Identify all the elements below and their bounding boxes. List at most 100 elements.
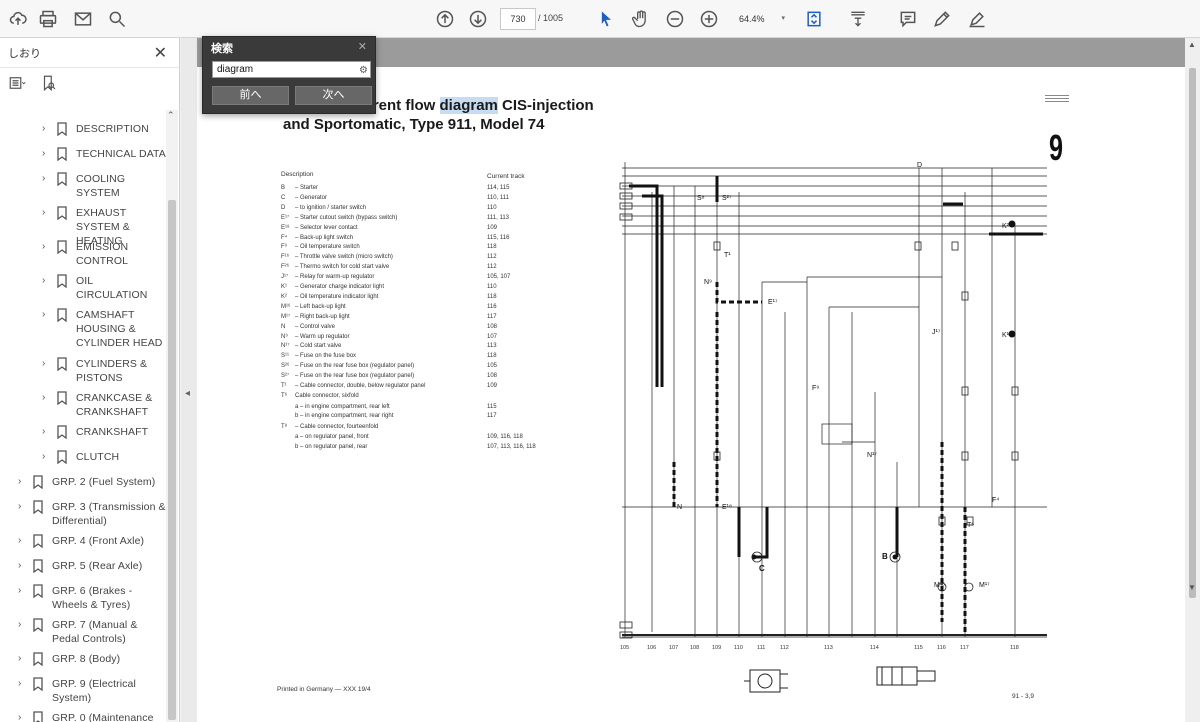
chevron-right-icon[interactable]: › — [42, 425, 52, 439]
chevron-right-icon[interactable]: › — [42, 147, 52, 161]
circuit-label: T¹ — [724, 252, 731, 259]
legend-track: 109 — [487, 383, 498, 389]
legend-row: S²⁶ – Fuse on the rear fuse box (regulato… — [281, 363, 414, 369]
legend-row: N⁹ – Warm up regulator — [281, 334, 349, 340]
bookmark-icon — [57, 274, 67, 288]
bookmark-options-icon[interactable] — [8, 74, 26, 97]
legend-track: 105, 107 — [487, 274, 511, 281]
upload-icon[interactable] — [6, 7, 30, 31]
chevron-right-icon[interactable]: › — [42, 308, 52, 322]
zoom-in-icon[interactable] — [697, 7, 721, 31]
close-icon[interactable]: ✕ — [154, 43, 167, 63]
bookmark-item[interactable]: › GRP. 8 (Body) — [0, 652, 166, 677]
bookmark-item[interactable]: › GRP. 2 (Fuel System) — [0, 475, 166, 500]
chevron-right-icon[interactable]: › — [18, 534, 28, 548]
chevron-right-icon[interactable]: › — [18, 652, 28, 666]
bookmark-item[interactable]: › GRP. 4 (Front Axle) — [0, 534, 166, 559]
bookmark-label: TECHNICAL DATA — [76, 148, 166, 160]
bookmark-item[interactable]: › CLUTCH — [0, 450, 166, 475]
track-number: 116 — [937, 645, 946, 651]
legend-text: – Cold start valve — [295, 343, 342, 350]
legend-text: – Selector lever contact — [295, 224, 358, 231]
scrollbar-thumb[interactable] — [1189, 68, 1196, 598]
find-previous-button[interactable]: 前へ — [212, 86, 289, 105]
scrollbar-thumb[interactable] — [168, 200, 176, 720]
scroll-down-icon[interactable]: ▼ — [1188, 583, 1196, 592]
bookmark-item[interactable]: › DESCRIPTION — [0, 122, 166, 147]
document-scrollbar[interactable]: ▲ ▼ — [1185, 38, 1200, 722]
bookmark-item[interactable]: › CAMSHAFT HOUSING & CYLINDER HEAD — [0, 308, 166, 357]
legend-text: – Control valve — [295, 323, 336, 330]
bookmark-item[interactable]: › GRP. 9 (Electrical System) — [0, 677, 166, 711]
chevron-right-icon[interactable]: › — [42, 391, 52, 405]
zoom-search-icon[interactable] — [105, 7, 129, 31]
circuit-label: S⁸ — [697, 195, 705, 202]
bookmark-icon — [57, 425, 67, 439]
previous-page-icon[interactable] — [433, 7, 457, 31]
bookmark-item[interactable]: › OIL CIRCULATION — [0, 274, 166, 308]
bookmark-item[interactable]: › GRP. 0 (Maintenance — [0, 711, 166, 722]
track-number: 105 — [620, 645, 630, 651]
bookmark-item[interactable]: › EMISSION CONTROL — [0, 240, 166, 274]
hand-tool-icon[interactable] — [629, 7, 653, 31]
panel-collapse-bar[interactable]: ◂ — [181, 38, 197, 722]
chevron-right-icon[interactable]: › — [42, 357, 52, 371]
legend-code: S¹¹ — [281, 353, 289, 360]
chevron-right-icon[interactable]: › — [18, 475, 28, 489]
chevron-right-icon[interactable]: › — [42, 172, 52, 186]
bookmark-item[interactable]: › EXHAUST SYSTEM & HEATING — [0, 206, 166, 247]
mail-icon[interactable] — [71, 7, 95, 31]
next-page-icon[interactable] — [466, 7, 490, 31]
find-next-button[interactable]: 次へ — [295, 86, 372, 105]
bookmark-item[interactable]: › GRP. 5 (Rear Axle) — [0, 559, 166, 584]
chevron-right-icon[interactable]: › — [18, 500, 28, 514]
bookmark-label: GRP. 2 (Fuel System) — [52, 476, 156, 488]
close-icon[interactable]: ✕ — [358, 40, 367, 53]
zoom-level-select[interactable]: 64.4% ▾ — [735, 8, 787, 30]
legend-track: 113 — [487, 343, 497, 350]
legend-row: D – to ignition / starter switch — [281, 205, 366, 211]
bookmark-item[interactable]: › TECHNICAL DATA — [0, 147, 166, 172]
bookmark-item[interactable]: › COOLING SYSTEM — [0, 172, 166, 206]
page-number-input[interactable]: 730 — [500, 8, 536, 30]
sign-icon[interactable] — [965, 7, 989, 31]
track-number: 118 — [1010, 645, 1019, 651]
bookmark-item[interactable]: › CYLINDERS & PISTONS — [0, 357, 166, 391]
scroll-mode-icon[interactable] — [846, 7, 870, 31]
chevron-right-icon[interactable]: › — [42, 450, 52, 464]
pen-icon[interactable] — [930, 7, 954, 31]
zoom-out-icon[interactable] — [663, 7, 687, 31]
select-cursor-icon[interactable] — [594, 7, 618, 31]
bookmark-label: CYLINDERS & PISTONS — [76, 358, 148, 384]
print-icon[interactable] — [36, 7, 60, 31]
chevron-right-icon[interactable]: › — [18, 711, 28, 722]
corner-rule — [1045, 101, 1069, 102]
scroll-up-icon[interactable]: ▲ — [1188, 40, 1196, 49]
legend-track: 108 — [487, 373, 498, 380]
chevron-left-icon[interactable]: ◂ — [185, 388, 190, 399]
chevron-right-icon[interactable]: › — [42, 240, 52, 254]
fit-page-icon[interactable] — [802, 7, 826, 31]
chevron-right-icon[interactable]: › — [18, 677, 28, 691]
chevron-right-icon[interactable]: › — [42, 274, 52, 288]
chevron-right-icon[interactable]: › — [18, 584, 28, 598]
bookmark-scrollbar[interactable]: ⌃ — [166, 110, 178, 722]
chevron-right-icon[interactable]: › — [42, 122, 52, 136]
bookmark-item[interactable]: › CRANKCASE & CRANKSHAFT — [0, 391, 166, 425]
legend-row: E¹⁸ – Selector lever contact — [281, 225, 358, 231]
legend-text: b – on regulator panel, rear — [295, 443, 368, 450]
gear-icon[interactable]: ⚙ — [359, 63, 368, 78]
scroll-up-icon[interactable]: ⌃ — [167, 110, 175, 121]
search-input[interactable]: diagram ⚙ — [212, 61, 371, 78]
chevron-right-icon[interactable]: › — [18, 559, 28, 573]
legend-track: 109, 116, 118 — [487, 433, 523, 440]
bookmark-item[interactable]: › GRP. 3 (Transmission & Differential) — [0, 500, 166, 534]
bookmark-item[interactable]: › CRANKSHAFT — [0, 425, 166, 450]
bookmark-find-icon[interactable] — [40, 74, 58, 97]
chevron-right-icon[interactable]: › — [18, 618, 28, 632]
comment-icon[interactable] — [896, 7, 920, 31]
bookmark-item[interactable]: › GRP. 7 (Manual & Pedal Controls) — [0, 618, 166, 652]
chevron-right-icon[interactable]: › — [42, 206, 52, 220]
bookmark-item[interactable]: › GRP. 6 (Brakes - Wheels & Tyres) — [0, 584, 166, 618]
legend-row: T⁶ Cable connector, sixfold — [281, 393, 359, 399]
